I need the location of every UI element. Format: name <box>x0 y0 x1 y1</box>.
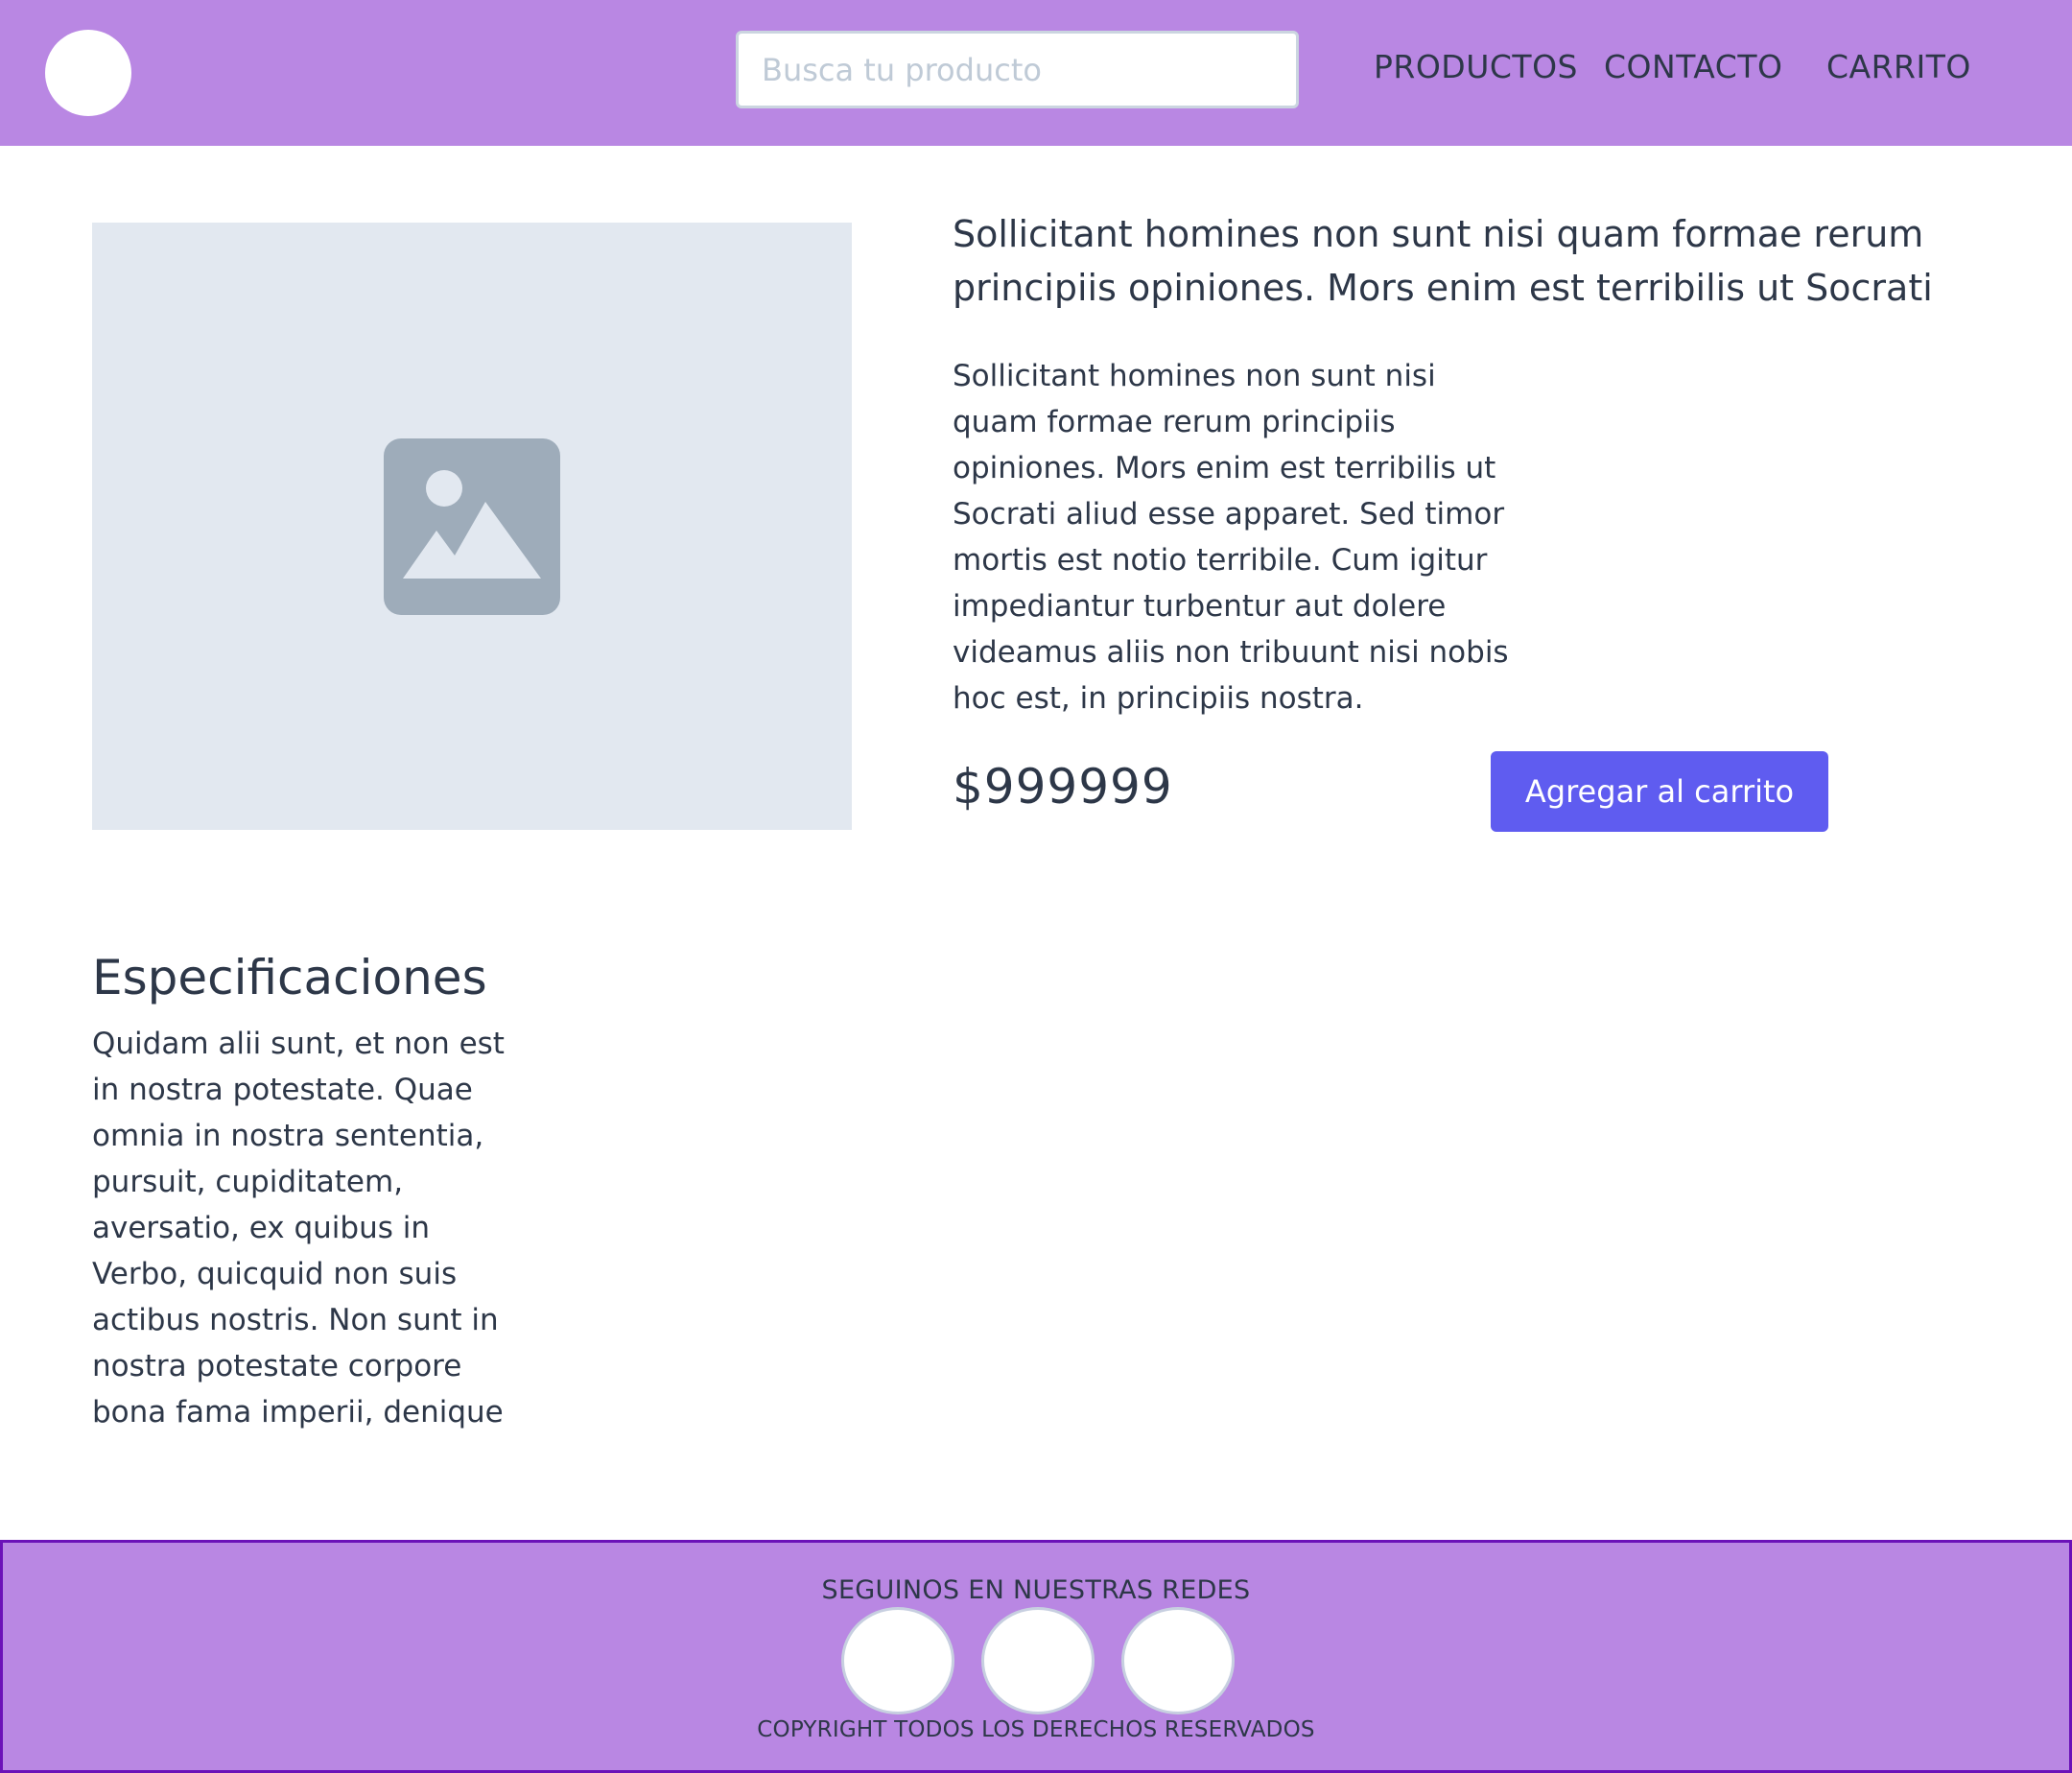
social-link-3[interactable] <box>1121 1607 1235 1714</box>
product-description: Sollicitant homines non sunt nisi quam f… <box>953 359 1509 716</box>
search-input[interactable] <box>736 31 1299 108</box>
specs-text: Quidam alii sunt, et non est in nostra p… <box>92 1027 505 1430</box>
site-footer: SEGUINOS EN NUESTRAS REDES COPYRIGHT TOD… <box>0 1540 2072 1773</box>
nav-link-carrito[interactable]: CARRITO <box>1826 48 1971 85</box>
add-to-cart-button[interactable]: Agregar al carrito <box>1491 751 1828 832</box>
image-placeholder-icon <box>384 437 560 615</box>
follow-us-text: SEGUINOS EN NUESTRAS REDES <box>821 1575 1251 1605</box>
nav-link-productos[interactable]: PRODUCTOS <box>1374 48 1578 85</box>
copyright-text: COPYRIGHT TODOS LOS DERECHOS RESERVADOS <box>757 1717 1315 1742</box>
nav-link-contacto[interactable]: CONTACTO <box>1604 48 1782 85</box>
logo[interactable] <box>45 30 131 116</box>
social-link-1[interactable] <box>841 1607 954 1714</box>
social-link-2[interactable] <box>981 1607 1095 1714</box>
site-header: PRODUCTOS CONTACTO CARRITO <box>0 0 2072 146</box>
product-title: Sollicitant homines non sunt nisi quam f… <box>953 213 1933 309</box>
product-price: $999999 <box>953 759 1173 815</box>
specs-title: Especificaciones <box>92 950 487 1005</box>
product-image <box>92 223 852 830</box>
